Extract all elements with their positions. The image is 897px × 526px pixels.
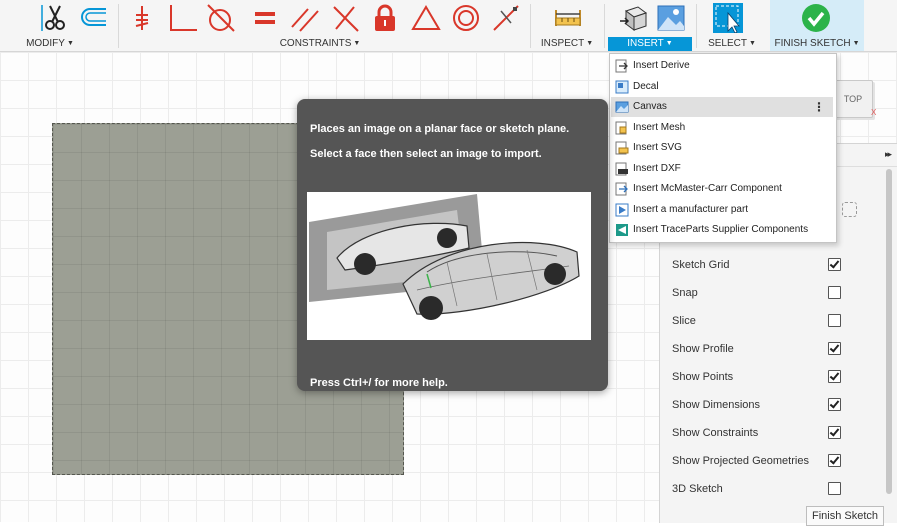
menu-item-label: Insert a manufacturer part bbox=[633, 204, 749, 215]
trim-scissors-icon[interactable] bbox=[40, 3, 70, 33]
show-points-checkbox[interactable] bbox=[828, 370, 841, 383]
constraints-group-label[interactable]: CONSTRAINTS ▼ bbox=[260, 38, 380, 50]
palette-option-label: Show Points bbox=[672, 371, 734, 383]
palette-option-label: Show Dimensions bbox=[672, 399, 761, 411]
canvas-icon bbox=[615, 100, 629, 114]
equal-icon[interactable] bbox=[250, 3, 280, 33]
insert-mesh-icon bbox=[615, 121, 629, 135]
menu-item-canvas[interactable]: Canvas ⋮ bbox=[611, 97, 833, 117]
show-constraints-checkbox[interactable] bbox=[828, 426, 841, 439]
perpendicular-icon[interactable] bbox=[330, 3, 360, 33]
select-arrow-icon[interactable] bbox=[713, 3, 743, 33]
toolbar-separator bbox=[604, 4, 605, 48]
insert-svg-icon bbox=[615, 141, 629, 155]
finish-sketch-group[interactable]: FINISH SKETCH ▼ bbox=[770, 0, 864, 51]
viewcube[interactable]: TOP bbox=[833, 80, 873, 118]
menu-item-decal[interactable]: Decal bbox=[611, 77, 833, 97]
menu-item-insert-traceparts-supplier-components[interactable]: Insert TraceParts Supplier Components bbox=[611, 220, 833, 240]
tangent-icon[interactable] bbox=[206, 3, 236, 33]
insert-canvas-image-icon[interactable] bbox=[656, 3, 686, 33]
palette-option-label: Show Profile bbox=[672, 343, 734, 355]
menu-item-insert-svg[interactable]: Insert SVG bbox=[611, 138, 833, 158]
insert-derive-icon bbox=[615, 59, 629, 73]
decal-icon bbox=[615, 80, 629, 94]
palette-scrollbar[interactable] bbox=[886, 169, 892, 494]
tooltip-help-hint: Press Ctrl+/ for more help. bbox=[310, 377, 448, 389]
palette-option-label: Show Constraints bbox=[672, 427, 759, 439]
menu-item-label: Insert McMaster-Carr Component bbox=[633, 183, 782, 194]
3d-sketch-checkbox[interactable] bbox=[828, 482, 841, 495]
horizontal-vertical-icon[interactable] bbox=[168, 3, 198, 33]
modify-group-label[interactable]: MODIFY ▼ bbox=[18, 38, 82, 50]
midpoint-icon[interactable] bbox=[491, 3, 521, 33]
palette-option-slice: Slice bbox=[672, 313, 842, 329]
menu-item-label: Insert TraceParts Supplier Components bbox=[633, 224, 809, 235]
palette-option-show-constraints: Show Constraints bbox=[672, 425, 842, 441]
palette-option-label: Show Projected Geometries bbox=[672, 455, 809, 467]
menu-item-insert-mcmaster-carr-component[interactable]: Insert McMaster-Carr Component bbox=[611, 179, 833, 199]
traceparts-icon bbox=[615, 223, 629, 237]
palette-option-show-dimensions: Show Dimensions bbox=[672, 397, 842, 413]
sketch-grid-checkbox[interactable] bbox=[828, 258, 841, 271]
toolbar-separator bbox=[696, 4, 697, 48]
menu-item-label: Insert Mesh bbox=[633, 122, 686, 133]
palette-option-show-points: Show Points bbox=[672, 369, 842, 385]
insert-group-label[interactable]: INSERT ▼ bbox=[608, 37, 692, 51]
menu-item-insert-a-manufacturer-part[interactable]: Insert a manufacturer part bbox=[611, 200, 833, 220]
show-projected-geometries-checkbox[interactable] bbox=[828, 454, 841, 467]
insert-group[interactable]: INSERT ▼ bbox=[608, 0, 692, 51]
offset-icon[interactable] bbox=[78, 3, 108, 33]
show-profile-checkbox[interactable] bbox=[828, 342, 841, 355]
more-options-icon[interactable]: ⋮ bbox=[813, 97, 825, 117]
palette-collapse-icon[interactable]: ▸▸ bbox=[885, 149, 892, 160]
tooltip-preview-image bbox=[307, 192, 591, 340]
toolbar-separator bbox=[118, 4, 119, 48]
menu-item-label: Insert Derive bbox=[633, 60, 690, 71]
palette-option-label: Sketch Grid bbox=[672, 259, 730, 271]
select-group-label[interactable]: SELECT ▼ bbox=[700, 38, 764, 50]
tooltip-instruction: Select a face then select an image to im… bbox=[310, 148, 542, 160]
menu-item-label: Insert SVG bbox=[633, 142, 682, 153]
finish-sketch-button[interactable]: Finish Sketch bbox=[806, 506, 884, 526]
manufacturer-part-icon bbox=[615, 203, 629, 217]
inspect-group-label[interactable]: INSPECT ▼ bbox=[535, 38, 599, 50]
toolbar: MODIFY ▼ CONSTRAINTS ▼ INSPECT ▼ INSERT … bbox=[0, 0, 897, 52]
palette-option-sketch-grid: Sketch Grid bbox=[672, 257, 842, 273]
palette-shape-icon[interactable] bbox=[842, 202, 857, 217]
insert-dxf-icon bbox=[615, 162, 629, 176]
menu-item-insert-dxf[interactable]: Insert DXF bbox=[611, 159, 833, 179]
menu-item-label: Insert DXF bbox=[633, 163, 681, 174]
palette-option-label: 3D Sketch bbox=[672, 483, 723, 495]
palette-option-3d-sketch: 3D Sketch bbox=[672, 481, 842, 497]
finish-sketch-group-label[interactable]: FINISH SKETCH ▼ bbox=[770, 38, 864, 50]
parallel-icon[interactable] bbox=[290, 3, 320, 33]
canvas-tooltip: Places an image on a planar face or sket… bbox=[297, 99, 608, 391]
snap-checkbox[interactable] bbox=[828, 286, 841, 299]
finish-check-icon[interactable] bbox=[801, 3, 831, 33]
toolbar-separator bbox=[530, 4, 531, 48]
palette-option-snap: Snap bbox=[672, 285, 842, 301]
coincident-icon[interactable] bbox=[130, 3, 160, 33]
palette-option-show-profile: Show Profile bbox=[672, 341, 842, 357]
menu-item-label: Decal bbox=[633, 81, 659, 92]
palette-option-show-projected-geometries: Show Projected Geometries bbox=[672, 453, 842, 469]
tooltip-description: Places an image on a planar face or sket… bbox=[310, 123, 570, 135]
fix-lock-icon[interactable] bbox=[370, 3, 400, 33]
viewcube-axis-label: X bbox=[871, 108, 877, 117]
viewcube-face-label: TOP bbox=[843, 94, 863, 104]
slice-checkbox[interactable] bbox=[828, 314, 841, 327]
menu-item-insert-mesh[interactable]: Insert Mesh bbox=[611, 118, 833, 138]
palette-option-label: Slice bbox=[672, 315, 696, 327]
mcmaster-carr-icon bbox=[615, 182, 629, 196]
show-dimensions-checkbox[interactable] bbox=[828, 398, 841, 411]
insert-derive-icon[interactable] bbox=[618, 3, 648, 33]
palette-option-label: Snap bbox=[672, 287, 698, 299]
insert-dropdown-menu: Insert Derive Decal Canvas ⋮ Insert Mesh Inse… bbox=[609, 53, 837, 243]
concentric-circles-icon[interactable] bbox=[451, 3, 481, 33]
concentric-triangle-icon[interactable] bbox=[411, 3, 441, 33]
menu-item-label: Canvas bbox=[633, 101, 667, 112]
menu-item-insert-derive[interactable]: Insert Derive bbox=[611, 56, 833, 76]
measure-icon[interactable] bbox=[553, 3, 583, 33]
